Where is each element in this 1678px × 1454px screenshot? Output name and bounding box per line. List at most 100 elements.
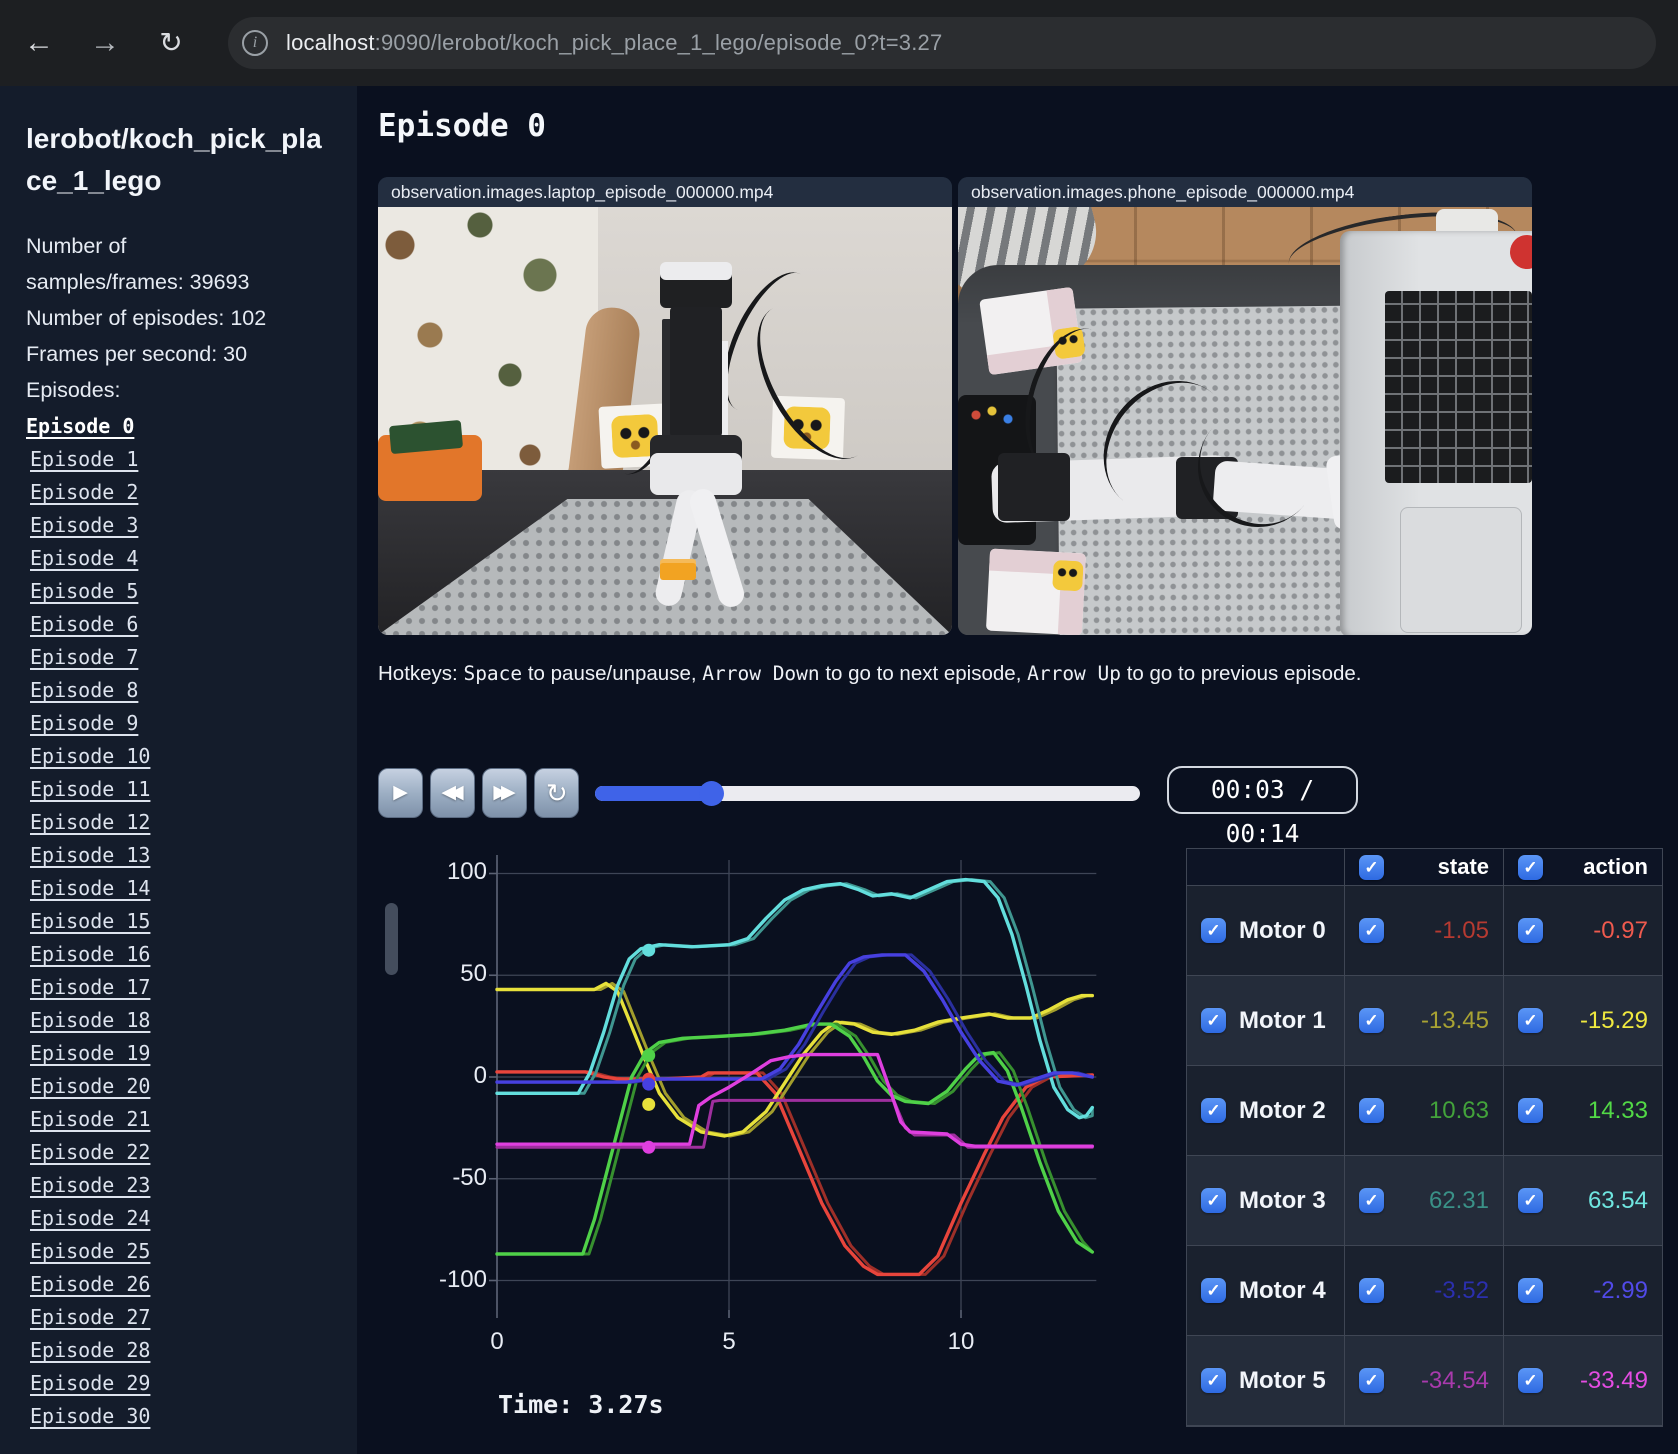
white-box <box>985 548 1087 635</box>
episode-link-7[interactable]: Episode 7 <box>30 641 357 674</box>
forward-icon[interactable]: → <box>82 20 128 66</box>
motor-4-action-checkbox[interactable]: ✓ <box>1518 1278 1543 1303</box>
y-tick-label: -100 <box>438 1266 487 1293</box>
dataset-meta: Number of samples/frames: 39693 Number o… <box>26 228 333 408</box>
play-icon: ▶ <box>393 782 408 803</box>
episode-link-13[interactable]: Episode 13 <box>30 839 357 872</box>
episode-link-24[interactable]: Episode 24 <box>30 1202 357 1235</box>
seek-slider[interactable] <box>595 781 1140 806</box>
site-info-icon[interactable]: i <box>242 30 268 56</box>
motor-1-checkbox[interactable]: ✓ <box>1201 1008 1226 1033</box>
episode-link-23[interactable]: Episode 23 <box>30 1169 357 1202</box>
table-cell-state: ✓ 10.63 <box>1345 1066 1504 1156</box>
motor-4-checkbox[interactable]: ✓ <box>1201 1278 1226 1303</box>
episode-link-12[interactable]: Episode 12 <box>30 806 357 839</box>
table-row: ✓ Motor 5 <box>1187 1336 1345 1426</box>
play-button[interactable]: ▶ <box>378 768 423 818</box>
episode-link-21[interactable]: Episode 21 <box>30 1103 357 1136</box>
motor-4-state-checkbox[interactable]: ✓ <box>1359 1278 1384 1303</box>
table-cell-state: ✓ -1.05 <box>1345 886 1504 976</box>
controller-board <box>378 419 482 501</box>
video-panel-laptop: observation.images.laptop_episode_000000… <box>378 177 952 635</box>
episode-link-5[interactable]: Episode 5 <box>30 575 357 608</box>
motor-0-checkbox[interactable]: ✓ <box>1201 918 1226 943</box>
action-value: -15.29 <box>1579 1006 1648 1034</box>
table-cell-state: ✓ -3.52 <box>1345 1246 1504 1336</box>
laptop <box>1340 231 1532 635</box>
seek-slider-thumb[interactable] <box>699 781 724 806</box>
robot-wrist <box>650 435 742 495</box>
action-column-checkbox[interactable]: ✓ <box>1518 854 1543 880</box>
episode-link-20[interactable]: Episode 20 <box>30 1070 357 1103</box>
episode-link-28[interactable]: Episode 28 <box>30 1334 357 1367</box>
motor-2-action-checkbox[interactable]: ✓ <box>1518 1098 1543 1123</box>
episode-link-27[interactable]: Episode 27 <box>30 1301 357 1334</box>
action-value: -0.97 <box>1593 916 1648 944</box>
motor-2-checkbox[interactable]: ✓ <box>1201 1098 1226 1123</box>
episode-link-1[interactable]: Episode 1 <box>30 443 357 476</box>
back-icon[interactable]: ← <box>16 20 62 66</box>
meta-line: Number of <box>26 234 127 258</box>
phone-video-preview[interactable] <box>958 207 1532 635</box>
video-title-laptop: observation.images.laptop_episode_000000… <box>378 177 952 207</box>
video-title-phone: observation.images.phone_episode_000000.… <box>958 177 1532 207</box>
episode-link-22[interactable]: Episode 22 <box>30 1136 357 1169</box>
pcb <box>388 419 464 455</box>
motor-5-checkbox[interactable]: ✓ <box>1201 1368 1226 1393</box>
motor-label: Motor 5 <box>1239 1366 1326 1394</box>
episode-link-2[interactable]: Episode 2 <box>30 476 357 509</box>
motor-0-action-checkbox[interactable]: ✓ <box>1518 918 1543 943</box>
table-header-empty <box>1187 849 1345 886</box>
episode-link-8[interactable]: Episode 8 <box>30 674 357 707</box>
episode-link-26[interactable]: Episode 26 <box>30 1268 357 1301</box>
meta-line: Episodes: <box>26 378 121 402</box>
episode-link-4[interactable]: Episode 4 <box>30 542 357 575</box>
action-value: 14.33 <box>1587 1096 1648 1124</box>
episode-link-30[interactable]: Episode 30 <box>30 1400 357 1433</box>
episode-link-25[interactable]: Episode 25 <box>30 1235 357 1268</box>
time-display: 00:03 / 00:14 <box>1167 766 1358 848</box>
episode-link-17[interactable]: Episode 17 <box>30 971 357 1004</box>
episode-link-9[interactable]: Episode 9 <box>30 707 357 740</box>
episode-link-19[interactable]: Episode 19 <box>30 1037 357 1070</box>
state-value: -34.54 <box>1420 1366 1489 1394</box>
page-title: Episode 0 <box>378 108 546 144</box>
episode-link-18[interactable]: Episode 18 <box>30 1004 357 1037</box>
episode-link-6[interactable]: Episode 6 <box>30 608 357 641</box>
episode-link-14[interactable]: Episode 14 <box>30 872 357 905</box>
state-column-checkbox[interactable]: ✓ <box>1359 854 1384 880</box>
episode-link-3[interactable]: Episode 3 <box>30 509 357 542</box>
seek-slider-fill <box>595 786 710 801</box>
robot-motor <box>998 453 1070 521</box>
table-cell-action: ✓ 14.33 <box>1504 1066 1662 1156</box>
loop-button[interactable]: ↺ <box>534 768 579 818</box>
motor-0-state-checkbox[interactable]: ✓ <box>1359 918 1384 943</box>
episode-link-29[interactable]: Episode 29 <box>30 1367 357 1400</box>
motor-5-state-checkbox[interactable]: ✓ <box>1359 1368 1384 1393</box>
motor-2-state-checkbox[interactable]: ✓ <box>1359 1098 1384 1123</box>
rewind-button[interactable]: ◀◀ <box>430 768 475 818</box>
reload-icon[interactable]: ↻ <box>148 20 194 66</box>
motor-label: Motor 4 <box>1239 1276 1326 1304</box>
motor-1-state-checkbox[interactable]: ✓ <box>1359 1008 1384 1033</box>
episode-link-10[interactable]: Episode 10 <box>30 740 357 773</box>
state-value: -13.45 <box>1420 1006 1489 1034</box>
fast-forward-button[interactable]: ▶▶ <box>482 768 527 818</box>
lerobot-dataset-visualizer: ← → ↻ i localhost:9090/lerobot/koch_pick… <box>0 0 1678 1454</box>
laptop-trackpad <box>1400 507 1522 633</box>
motor-3-checkbox[interactable]: ✓ <box>1201 1188 1226 1213</box>
episode-link-11[interactable]: Episode 11 <box>30 773 357 806</box>
motor-5-action-checkbox[interactable]: ✓ <box>1518 1368 1543 1393</box>
url-bar[interactable]: i localhost:9090/lerobot/koch_pick_place… <box>228 17 1656 69</box>
table-row: ✓ Motor 3 <box>1187 1156 1345 1246</box>
motor-3-action-checkbox[interactable]: ✓ <box>1518 1188 1543 1213</box>
motor-3-state-checkbox[interactable]: ✓ <box>1359 1188 1384 1213</box>
laptop-video-preview[interactable] <box>378 207 952 635</box>
table-cell-action: ✓ -0.97 <box>1504 886 1662 976</box>
episode-link-15[interactable]: Episode 15 <box>30 905 357 938</box>
episode-link-0[interactable]: Episode 0 <box>26 410 357 443</box>
episode-link-16[interactable]: Episode 16 <box>30 938 357 971</box>
orange-lego-brick <box>660 559 696 580</box>
motor-1-action-checkbox[interactable]: ✓ <box>1518 1008 1543 1033</box>
chart-time-label: Time: 3.27s <box>498 1390 664 1419</box>
